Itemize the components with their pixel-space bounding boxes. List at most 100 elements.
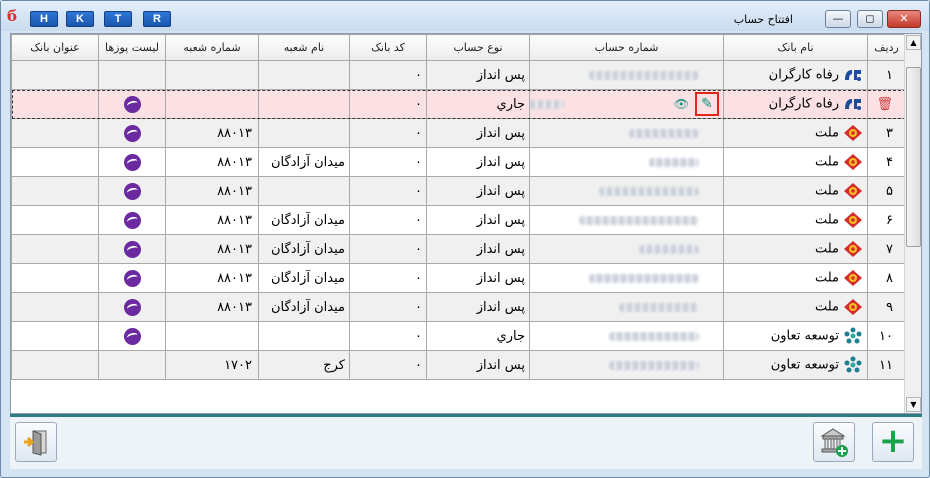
table-row[interactable]: ۷ ملت پس انداز ۰ میدان آزادگان ۸۸۰۱۳ (11, 234, 906, 264)
table-row[interactable]: ۹ ملت پس انداز ۰ میدان آزادگان ۸۸۰۱۳ (11, 292, 906, 322)
accounts-table: ردیف نام بانک شماره حساب نوع حساب کد بانک نام… (11, 34, 906, 380)
bank-name-cell: رفاه کارگران (723, 60, 868, 90)
minimize-button[interactable]: — (825, 10, 851, 28)
bank-name: ملت (814, 212, 839, 228)
pos-icon[interactable] (123, 95, 141, 113)
bank-title (11, 263, 99, 293)
title-bar: б H K T R افتتاح حساب — ◻ ✕ (1, 1, 929, 31)
table-row[interactable]: ۱۰ توسعه تعاون جاري ۰ (11, 321, 906, 351)
add-account-button[interactable]: + (872, 422, 914, 462)
bank-title (11, 350, 99, 380)
account-number-cell (529, 176, 724, 206)
bank-code: ۰ (349, 321, 427, 351)
bank-name-cell: ملت (723, 263, 868, 293)
add-bank-button[interactable] (813, 422, 855, 462)
table-row[interactable]: ۵ ملت پس انداز ۰ ۸۸۰۱۳ (11, 176, 906, 206)
bank-title (11, 321, 99, 351)
hotkey-r-button[interactable]: R (143, 11, 171, 27)
restore-button[interactable]: ◻ (857, 10, 883, 28)
bank-name: رفاه کارگران (768, 67, 839, 83)
account-number-blurred (589, 70, 699, 80)
pos-list-cell[interactable] (98, 118, 166, 148)
bank-name-cell: ملت (723, 147, 868, 177)
account-number-cell (529, 321, 724, 351)
bank-title (11, 60, 99, 90)
branch-number: ۸۸۰۱۳ (165, 234, 259, 264)
trash-icon[interactable]: 🗑 (876, 97, 893, 112)
table-row[interactable]: ۴ ملت پس انداز ۰ میدان آزادگان ۸۸۰۱۳ (11, 147, 906, 177)
hotkey-k-button[interactable]: K (66, 11, 94, 27)
column-header[interactable]: ردیف (867, 34, 906, 61)
vertical-scrollbar[interactable]: ▲ ▼ (904, 34, 921, 413)
eye-icon[interactable]: 👁 (674, 97, 689, 111)
account-type: پس انداز (426, 205, 530, 235)
bank-title (11, 118, 99, 148)
pos-list-cell[interactable] (98, 176, 166, 206)
account-number-blurred (649, 157, 699, 167)
exit-button[interactable] (15, 422, 57, 462)
scroll-down-icon[interactable]: ▼ (906, 397, 921, 412)
window-title: افتتاح حساب (733, 13, 793, 26)
table-row[interactable]: ۳ ملت پس انداز ۰ ۸۸۰۱۳ (11, 118, 906, 148)
branch-number: ۸۸۰۱۳ (165, 118, 259, 148)
bank-title (11, 89, 99, 119)
hotkey-t-button[interactable]: T (104, 11, 132, 27)
pos-list-cell[interactable] (98, 350, 166, 380)
pos-icon[interactable] (123, 298, 141, 316)
pos-list-cell[interactable] (98, 263, 166, 293)
branch-number: ۸۸۰۱۳ (165, 176, 259, 206)
pos-list-cell[interactable] (98, 89, 166, 119)
branch-name: میدان آزادگان (258, 205, 350, 235)
account-number-cell (529, 205, 724, 235)
account-type: پس انداز (426, 118, 530, 148)
scroll-thumb[interactable] (906, 67, 921, 247)
column-header[interactable]: عنوان بانک (11, 34, 99, 61)
taavon-logo-icon (844, 327, 862, 344)
pos-icon[interactable] (123, 153, 141, 171)
pos-icon[interactable] (123, 182, 141, 200)
bank-title (11, 234, 99, 264)
branch-name (258, 89, 350, 119)
row-delete-cell[interactable]: 🗑 (867, 89, 906, 119)
account-number-blurred (639, 244, 699, 254)
pos-icon[interactable] (123, 327, 141, 345)
column-header[interactable]: لیست پوزها (98, 34, 166, 61)
pos-icon[interactable] (123, 211, 141, 229)
row-index: ۶ (867, 205, 906, 235)
pos-list-cell[interactable] (98, 292, 166, 322)
pos-icon[interactable] (123, 240, 141, 258)
scroll-up-icon[interactable]: ▲ (906, 35, 921, 50)
column-header[interactable]: شماره حساب (529, 34, 724, 61)
bank-name: ملت (814, 183, 839, 199)
table-row[interactable]: ۸ ملت پس انداز ۰ میدان آزادگان ۸۸۰۱۳ (11, 263, 906, 293)
pos-list-cell[interactable] (98, 147, 166, 177)
table-row[interactable]: ۶ ملت پس انداز ۰ میدان آزادگان ۸۸۰۱۳ (11, 205, 906, 235)
close-button[interactable]: ✕ (887, 10, 921, 28)
column-header[interactable]: شماره شعبه (165, 34, 259, 61)
bank-code: ۰ (349, 89, 427, 119)
row-index: ۵ (867, 176, 906, 206)
column-header[interactable]: نوع حساب (426, 34, 530, 61)
pos-list-cell[interactable] (98, 205, 166, 235)
pos-list-cell[interactable] (98, 234, 166, 264)
pencil-icon[interactable]: ✎ (695, 92, 719, 116)
taavon-logo-icon (844, 356, 862, 373)
column-header[interactable]: نام بانک (723, 34, 868, 61)
bank-add-icon (820, 428, 848, 457)
account-type: پس انداز (426, 176, 530, 206)
pos-list-cell[interactable] (98, 321, 166, 351)
pos-list-cell[interactable] (98, 60, 166, 90)
column-header[interactable]: نام شعبه (258, 34, 350, 61)
hotkey-h-button[interactable]: H (30, 11, 58, 27)
table-row[interactable]: ۱ رفاه کارگران پس انداز ۰ (11, 60, 906, 90)
footer-toolbar: + (10, 417, 922, 469)
mellat-logo-icon (844, 212, 862, 228)
branch-number: ۱۷۰۲ (165, 350, 259, 380)
table-row[interactable]: 🗑 رفاه کارگران ✎👁 جاري ۰ (11, 89, 906, 119)
pos-icon[interactable] (123, 124, 141, 142)
column-header[interactable]: کد بانک (349, 34, 427, 61)
account-number-blurred (629, 128, 699, 138)
table-row[interactable]: ۱۱ توسعه تعاون پس انداز ۰ کرج ۱۷۰۲ (11, 350, 906, 380)
account-type: جاري (426, 321, 530, 351)
pos-icon[interactable] (123, 269, 141, 287)
